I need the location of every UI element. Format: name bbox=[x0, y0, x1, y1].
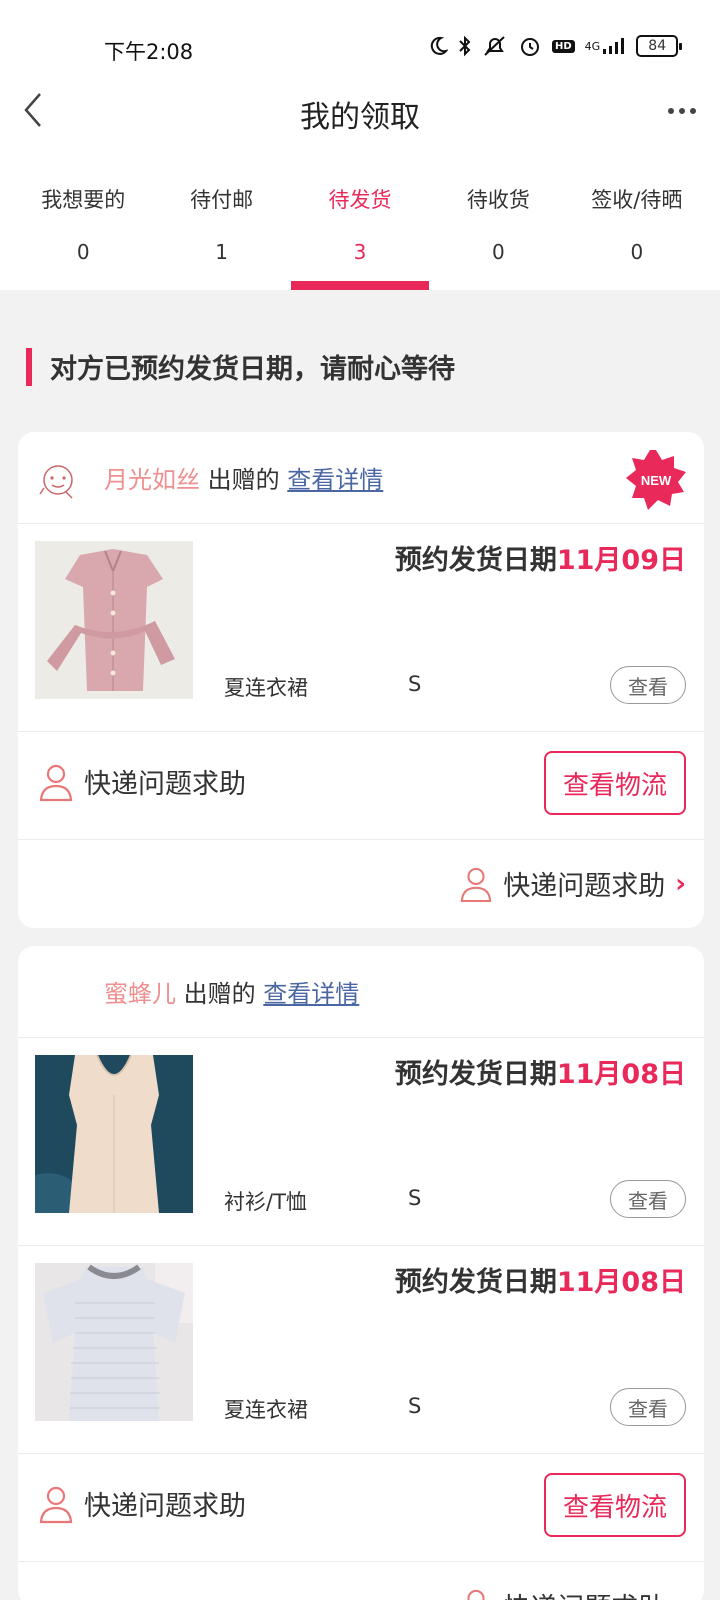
giver-line: 月光如丝 出赠的 查看详情 bbox=[104, 460, 383, 495]
tab-pending-postage[interactable]: 待付邮 1 bbox=[152, 180, 290, 290]
tab-label: 待发货 bbox=[328, 188, 392, 212]
avatar[interactable] bbox=[36, 458, 80, 502]
tab-count: 0 bbox=[492, 240, 505, 264]
person-icon bbox=[467, 1589, 485, 1600]
ship-date: 预约发货日期11月08日 bbox=[395, 1260, 686, 1299]
pink-dress-image bbox=[35, 541, 193, 699]
tab-label: 签收/待晒 bbox=[591, 188, 683, 212]
gave-text: 出赠的 bbox=[207, 466, 280, 494]
ship-date: 预约发货日期11月09日 bbox=[395, 538, 686, 577]
view-item-button[interactable]: 查看 bbox=[610, 666, 686, 704]
hd-icon: HD bbox=[552, 39, 575, 53]
signal-icon: 4G bbox=[585, 37, 627, 55]
view-logistics-button[interactable]: 查看物流 bbox=[544, 751, 686, 815]
item-size: S bbox=[408, 1186, 422, 1210]
tab-count: 3 bbox=[353, 240, 367, 264]
ship-date-label: 预约发货日期 bbox=[394, 1267, 557, 1298]
item-row[interactable]: 预约发货日期11月08日 夏连衣裙 S 查看 bbox=[18, 1246, 704, 1454]
view-details-link[interactable]: 查看详情 bbox=[263, 980, 359, 1008]
person-icon bbox=[39, 1486, 73, 1524]
order-card: 蜜蜂儿 出赠的 查看详情 预约发货日期11月08日 衬衫/T恤 S 查看 预约发… bbox=[18, 946, 704, 1600]
item-category: 夏连衣裙 bbox=[224, 1398, 308, 1422]
notice-accent-bar bbox=[26, 348, 32, 386]
status-tabs: 我想要的 0 待付邮 1 待发货 3 待收货 0 签收/待晒 0 bbox=[14, 180, 706, 290]
tab-underline bbox=[290, 281, 430, 290]
ship-date-label: 预约发货日期 bbox=[394, 545, 557, 576]
view-logistics-button[interactable]: 查看物流 bbox=[544, 1473, 686, 1537]
product-image[interactable] bbox=[35, 1055, 193, 1213]
tab-count: 1 bbox=[215, 240, 228, 264]
more-dot-icon bbox=[668, 108, 674, 114]
ship-date-label: 预约发货日期 bbox=[394, 1059, 557, 1090]
more-dot-icon bbox=[679, 108, 685, 114]
express-help-label[interactable]: 快递问题求助 bbox=[84, 762, 246, 801]
express-help-link-label: 快递问题求助 bbox=[503, 1586, 665, 1600]
striped-dress-image bbox=[35, 1263, 193, 1421]
chevron-right-icon: › bbox=[675, 1591, 686, 1600]
person-icon bbox=[460, 867, 492, 902]
tab-label: 待收货 bbox=[466, 188, 530, 212]
help-link-row: 快递问题求助 › bbox=[18, 840, 704, 926]
new-badge-text: NEW bbox=[641, 473, 672, 488]
giver-name[interactable]: 蜜蜂儿 bbox=[104, 980, 176, 1008]
view-details-link[interactable]: 查看详情 bbox=[287, 466, 383, 494]
network-type: 4G bbox=[584, 39, 601, 53]
person-icon bbox=[39, 764, 73, 802]
card-header: 蜜蜂儿 出赠的 查看详情 bbox=[18, 946, 704, 1038]
battery-indicator: 84 bbox=[636, 35, 683, 57]
express-help-link[interactable]: 快递问题求助 › bbox=[459, 864, 686, 903]
status-icons: HD 4G 84 bbox=[428, 34, 683, 58]
chevron-right-icon: › bbox=[675, 868, 686, 899]
item-row[interactable]: 预约发货日期11月08日 衬衫/T恤 S 查看 bbox=[18, 1038, 704, 1246]
tab-want[interactable]: 我想要的 0 bbox=[14, 180, 152, 290]
ship-date-value: 11月08日 bbox=[556, 1059, 686, 1090]
gave-text: 出赠的 bbox=[183, 980, 256, 1008]
tab-label: 待付邮 bbox=[190, 188, 254, 212]
tab-count: 0 bbox=[630, 240, 644, 264]
beige-top-image bbox=[35, 1055, 193, 1213]
product-image[interactable] bbox=[35, 541, 193, 699]
giver-line: 蜜蜂儿 出赠的 查看详情 bbox=[104, 974, 359, 1009]
mute-icon bbox=[482, 35, 508, 57]
express-help-label[interactable]: 快递问题求助 bbox=[84, 1484, 246, 1523]
card-header: 月光如丝 出赠的 查看详情 NEW bbox=[18, 432, 704, 524]
tab-label: 我想要的 bbox=[41, 188, 126, 212]
bluetooth-icon bbox=[458, 35, 472, 57]
ship-date: 预约发货日期11月08日 bbox=[395, 1052, 686, 1091]
more-options-button[interactable] bbox=[660, 96, 704, 126]
view-item-button[interactable]: 查看 bbox=[610, 1180, 686, 1218]
item-row[interactable]: 预约发货日期11月09日 夏连衣裙 S 查看 bbox=[18, 524, 704, 732]
ship-date-value: 11月08日 bbox=[556, 1267, 686, 1298]
item-category: 夏连衣裙 bbox=[224, 676, 308, 700]
express-help-link-label: 快递问题求助 bbox=[503, 871, 666, 902]
more-dot-icon bbox=[690, 108, 696, 114]
help-row: 快递问题求助 查看物流 bbox=[18, 1454, 704, 1562]
tab-pending-shipment[interactable]: 待发货 3 bbox=[290, 180, 430, 290]
item-size: S bbox=[408, 1394, 422, 1418]
help-row: 快递问题求助 查看物流 bbox=[18, 732, 704, 840]
product-image[interactable] bbox=[35, 1263, 193, 1421]
item-size: S bbox=[408, 672, 422, 696]
alarm-icon bbox=[518, 34, 542, 58]
order-card: 月光如丝 出赠的 查看详情 NEW 预约发货日期11月09日 夏连衣裙 S 查看 bbox=[18, 432, 704, 928]
notice-text: 对方已预约发货日期，请耐心等待 bbox=[50, 354, 455, 385]
tab-signed[interactable]: 签收/待晒 0 bbox=[568, 180, 706, 290]
giver-name[interactable]: 月光如丝 bbox=[104, 466, 200, 494]
status-time: 下午2:08 bbox=[104, 40, 194, 64]
help-link-row: 快递问题求助 › bbox=[18, 1562, 704, 1600]
view-item-button[interactable]: 查看 bbox=[610, 1388, 686, 1426]
ship-date-value: 11月09日 bbox=[556, 545, 686, 576]
tab-count: 0 bbox=[76, 240, 90, 264]
page-title: 我的领取 bbox=[300, 100, 420, 135]
moon-icon bbox=[428, 36, 448, 56]
new-badge-icon: NEW bbox=[626, 450, 686, 510]
item-category: 衬衫/T恤 bbox=[224, 1190, 307, 1214]
tab-pending-receipt[interactable]: 待收货 0 bbox=[429, 180, 567, 290]
express-help-link[interactable]: 快递问题求助 › bbox=[459, 1586, 686, 1600]
